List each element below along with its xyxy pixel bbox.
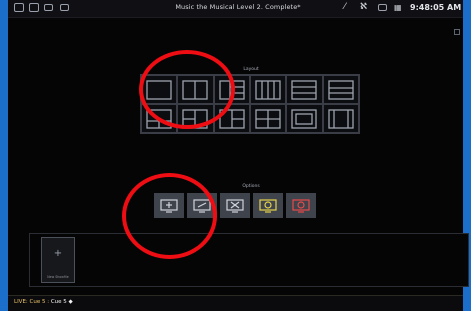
- new-showfile-label: New Showfile: [47, 275, 69, 279]
- layout-label: Layout: [243, 67, 259, 72]
- window-icon[interactable]: [29, 3, 39, 12]
- layout-rows-icon: [291, 79, 318, 100]
- layout-option[interactable]: [323, 105, 358, 132]
- annotation-circle: [139, 50, 235, 129]
- layout-option[interactable]: [287, 105, 322, 132]
- layout-option[interactable]: [323, 76, 358, 103]
- small-window-icon[interactable]: [454, 29, 460, 35]
- monitor-refresh-icon: [259, 198, 277, 213]
- main-screen: Music the Musical Level 2. Complete* ⁄ ℵ…: [8, 0, 469, 311]
- new-showfile-tile[interactable]: + New Showfile: [41, 237, 75, 283]
- annotation-circle: [122, 173, 217, 259]
- live-label: LIVE: Cue 5 :: [14, 299, 50, 305]
- window-icon[interactable]: [14, 3, 24, 12]
- layout-option[interactable]: [250, 76, 286, 103]
- window-title: Music the Musical Level 2. Complete*: [175, 3, 301, 11]
- refresh-display-button[interactable]: [253, 193, 283, 218]
- window-icon[interactable]: [60, 4, 69, 11]
- layout-columns-icon: [255, 79, 281, 100]
- status-bar: LIVE: Cue 5 : Cue 5 ◆: [8, 295, 463, 311]
- clock: 9:48:05 AM: [410, 3, 462, 12]
- monitor-x-icon: [226, 198, 244, 213]
- monitor-reset-icon: [292, 198, 310, 213]
- layout-option[interactable]: [250, 105, 286, 132]
- options-label: Options: [242, 184, 260, 189]
- layout-quad-icon: [255, 108, 281, 129]
- window-icon[interactable]: [44, 4, 53, 11]
- plus-icon: +: [53, 248, 63, 259]
- reset-display-button[interactable]: [286, 193, 316, 218]
- layout-three-column-icon: [328, 108, 354, 129]
- ma-logo-icon[interactable]: ℵ: [360, 2, 367, 13]
- current-cue: Cue 5 ◆: [50, 299, 73, 305]
- live-cue-status: LIVE: Cue 5 : Cue 5 ◆: [14, 299, 73, 305]
- grid-icon[interactable]: ▦: [394, 2, 402, 13]
- layout-option[interactable]: [287, 76, 322, 103]
- magic-wand-icon[interactable]: ⁄: [344, 2, 346, 13]
- remove-display-button[interactable]: [220, 193, 250, 218]
- layout-rows-top-split-icon: [328, 79, 354, 100]
- layout-framed-icon: [291, 108, 318, 129]
- showfile-panel: + New Showfile: [29, 233, 469, 287]
- camera-icon[interactable]: [378, 4, 387, 11]
- top-bar: Music the Musical Level 2. Complete* ⁄ ℵ…: [8, 0, 463, 18]
